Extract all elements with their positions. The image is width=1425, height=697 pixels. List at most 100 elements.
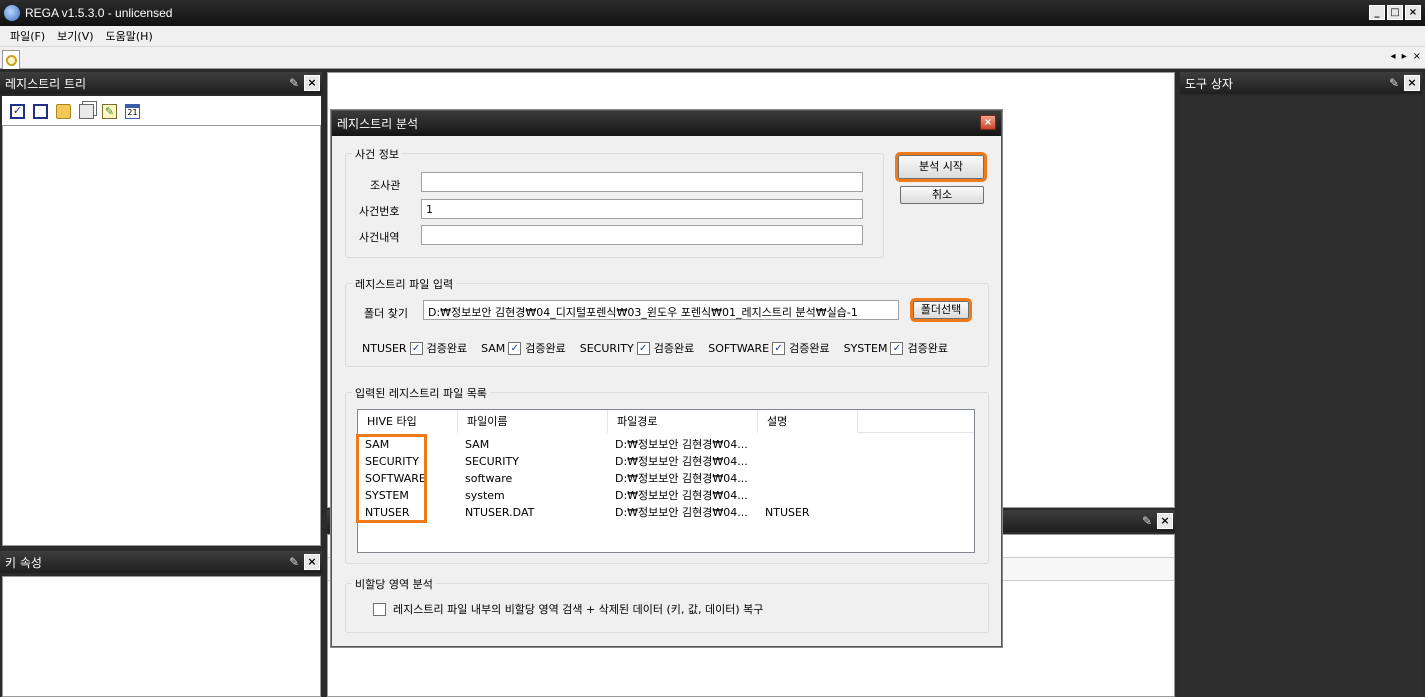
- app-title: REGA v1.5.3.0 - unlicensed: [25, 6, 173, 20]
- hive-system: SYSTEM ✓ 검증완료: [844, 340, 948, 356]
- hive-checkbox[interactable]: ✓: [772, 341, 786, 355]
- open-folder-icon[interactable]: [56, 103, 71, 119]
- tab-close-icon[interactable]: ×: [1413, 51, 1421, 62]
- close-window-button[interactable]: ×: [1405, 5, 1421, 20]
- registry-tree-title: 레지스트리 트리: [5, 76, 87, 91]
- maximize-button[interactable]: □: [1387, 5, 1403, 20]
- verified-label: 검증완료: [426, 342, 468, 355]
- hive-checkbox[interactable]: ✓: [890, 341, 904, 355]
- file-list-header: HIVE 타입 파일이름 파일경로 설명: [358, 410, 974, 433]
- table-row[interactable]: SOFTWARE software D:₩정보보안 김현경₩04...: [358, 470, 858, 487]
- menu-file[interactable]: 파일(F): [4, 28, 51, 44]
- investigator-label: 조사관: [370, 179, 401, 192]
- registry-file-list[interactable]: HIVE 타입 파일이름 파일경로 설명 SAM SAM D:₩정보보안 김현경…: [357, 409, 975, 553]
- minimize-button[interactable]: _: [1369, 5, 1385, 20]
- tab-next-icon[interactable]: ▸: [1402, 51, 1407, 62]
- key-props-title: 키 속성: [5, 555, 42, 570]
- column-file-name[interactable]: 파일이름: [458, 410, 608, 433]
- hive-name: SYSTEM: [843, 341, 888, 355]
- toolbox-view: [1180, 96, 1422, 697]
- dialog-close-button[interactable]: ×: [980, 115, 996, 130]
- uncheck-all-icon[interactable]: [33, 103, 48, 119]
- cell-file-path: D:₩정보보안 김현경₩04...: [615, 472, 748, 485]
- hive-security: SECURITY ✓ 검증완료: [580, 340, 694, 356]
- tab-prev-icon[interactable]: ◂: [1391, 51, 1396, 62]
- column-file-path[interactable]: 파일경로: [608, 410, 758, 433]
- unallocated-checkbox[interactable]: [373, 602, 386, 616]
- unallocated-title: 비할당 영역 분석: [352, 576, 436, 592]
- start-analysis-button[interactable]: 분석 시작: [895, 152, 987, 182]
- folder-path-field[interactable]: D:₩정보보안 김현경₩04_디지털포렌식₩03_윈도우 포렌식₩01_레지스트…: [423, 300, 899, 320]
- cell-description: NTUSER: [765, 506, 810, 519]
- cell-description: [758, 487, 858, 504]
- pin-icon[interactable]: ✎: [286, 554, 302, 570]
- hive-name: SECURITY: [579, 341, 634, 355]
- hive-name: SOFTWARE: [708, 341, 770, 355]
- case-number-field[interactable]: 1: [421, 199, 863, 219]
- copy-icon[interactable]: [79, 103, 94, 119]
- unallocated-label: 레지스트리 파일 내부의 비할당 영역 검색 + 삭제된 데이터 (키, 값, …: [393, 603, 764, 616]
- table-row[interactable]: SECURITY SECURITY D:₩정보보안 김현경₩04...: [358, 453, 858, 470]
- edit-note-icon[interactable]: ✎: [102, 103, 117, 119]
- calendar-icon[interactable]: 21: [125, 103, 140, 119]
- case-description-field[interactable]: [421, 225, 863, 245]
- hive-name: NTUSER: [362, 341, 407, 355]
- cell-file-name: system: [465, 489, 505, 502]
- verified-label: 검증완료: [525, 342, 566, 355]
- hive-checkbox[interactable]: ✓: [636, 341, 650, 355]
- investigator-field[interactable]: [421, 172, 863, 192]
- registry-tree-close-button[interactable]: ×: [304, 75, 320, 91]
- case-info-title: 사건 정보: [352, 146, 402, 162]
- folder-label: 폴더 찾기: [364, 307, 408, 320]
- tab-navigation: ◂ ▸ ×: [1391, 51, 1421, 62]
- column-description[interactable]: 설명: [758, 410, 858, 433]
- cancel-button[interactable]: 취소: [900, 186, 984, 204]
- key-props-view[interactable]: [2, 576, 321, 697]
- hive-checkbox[interactable]: ✓: [409, 341, 423, 355]
- hive-sam: SAM ✓ 검증완료: [481, 340, 566, 356]
- cell-file-path: D:₩정보보안 김현경₩04...: [615, 455, 748, 468]
- app-title-bar: REGA v1.5.3.0 - unlicensed _ □ ×: [0, 0, 1425, 26]
- cell-file-name: software: [465, 472, 513, 485]
- key-props-header: 키 속성 ✎ ×: [0, 551, 322, 573]
- cell-file-name: SAM: [465, 438, 490, 451]
- magnifier-icon: [5, 54, 17, 66]
- app-logo-icon: [4, 5, 20, 21]
- cell-file-path: D:₩정보보안 김현경₩04...: [615, 489, 748, 502]
- table-row[interactable]: SAM SAM D:₩정보보안 김현경₩04...: [358, 436, 858, 453]
- pin-icon[interactable]: ✎: [286, 75, 302, 91]
- bottom-panel-close-button[interactable]: ×: [1157, 513, 1173, 529]
- dialog-title-bar: 레지스트리 분석 ×: [332, 111, 1001, 136]
- hive-software: SOFTWARE ✓ 검증완료: [708, 340, 830, 356]
- cell-file-name: NTUSER.DAT: [465, 506, 535, 519]
- toolbox-title: 도구 상자: [1185, 76, 1233, 91]
- cell-description: [758, 436, 858, 453]
- verified-label: 검증완료: [789, 342, 830, 355]
- table-row[interactable]: NTUSER NTUSER.DAT D:₩정보보안 김현경₩04... NTUS…: [358, 504, 858, 521]
- table-row[interactable]: SYSTEM system D:₩정보보안 김현경₩04...: [358, 487, 858, 504]
- toolbox-close-button[interactable]: ×: [1404, 75, 1420, 91]
- menu-view[interactable]: 보기(V): [51, 28, 99, 44]
- pin-icon[interactable]: ✎: [1386, 75, 1402, 91]
- file-input-title: 레지스트리 파일 입력: [352, 276, 457, 292]
- analysis-tab[interactable]: [2, 50, 20, 69]
- tree-toolbar: ✓ ✎ 21: [2, 97, 321, 125]
- registry-analysis-dialog: 레지스트리 분석 × 사건 정보 조사관 사건번호 1 사건내역 분석 시작 취…: [331, 110, 1002, 647]
- hive-ntuser: NTUSER ✓ 검증완료: [362, 340, 467, 356]
- hive-type-highlight: [356, 434, 427, 523]
- select-folder-button[interactable]: 폴더선택: [910, 298, 972, 322]
- verified-label: 검증완료: [907, 342, 948, 355]
- dialog-title: 레지스트리 분석: [337, 117, 419, 131]
- registry-tree-view[interactable]: [2, 125, 321, 546]
- column-hive-type[interactable]: HIVE 타입: [358, 410, 458, 433]
- unallocated-option: 레지스트리 파일 내부의 비할당 영역 검색 + 삭제된 데이터 (키, 값, …: [370, 601, 763, 617]
- window-controls: _ □ ×: [1369, 5, 1421, 20]
- check-all-icon[interactable]: ✓: [10, 103, 25, 119]
- hive-name: SAM: [481, 341, 506, 355]
- hive-checkbox[interactable]: ✓: [508, 341, 522, 355]
- key-props-close-button[interactable]: ×: [304, 554, 320, 570]
- menu-bar: 파일(F) 보기(V) 도움말(H): [0, 26, 1425, 47]
- menu-help[interactable]: 도움말(H): [100, 28, 159, 44]
- pin-icon[interactable]: ✎: [1139, 513, 1155, 529]
- cell-file-name: SECURITY: [465, 455, 519, 468]
